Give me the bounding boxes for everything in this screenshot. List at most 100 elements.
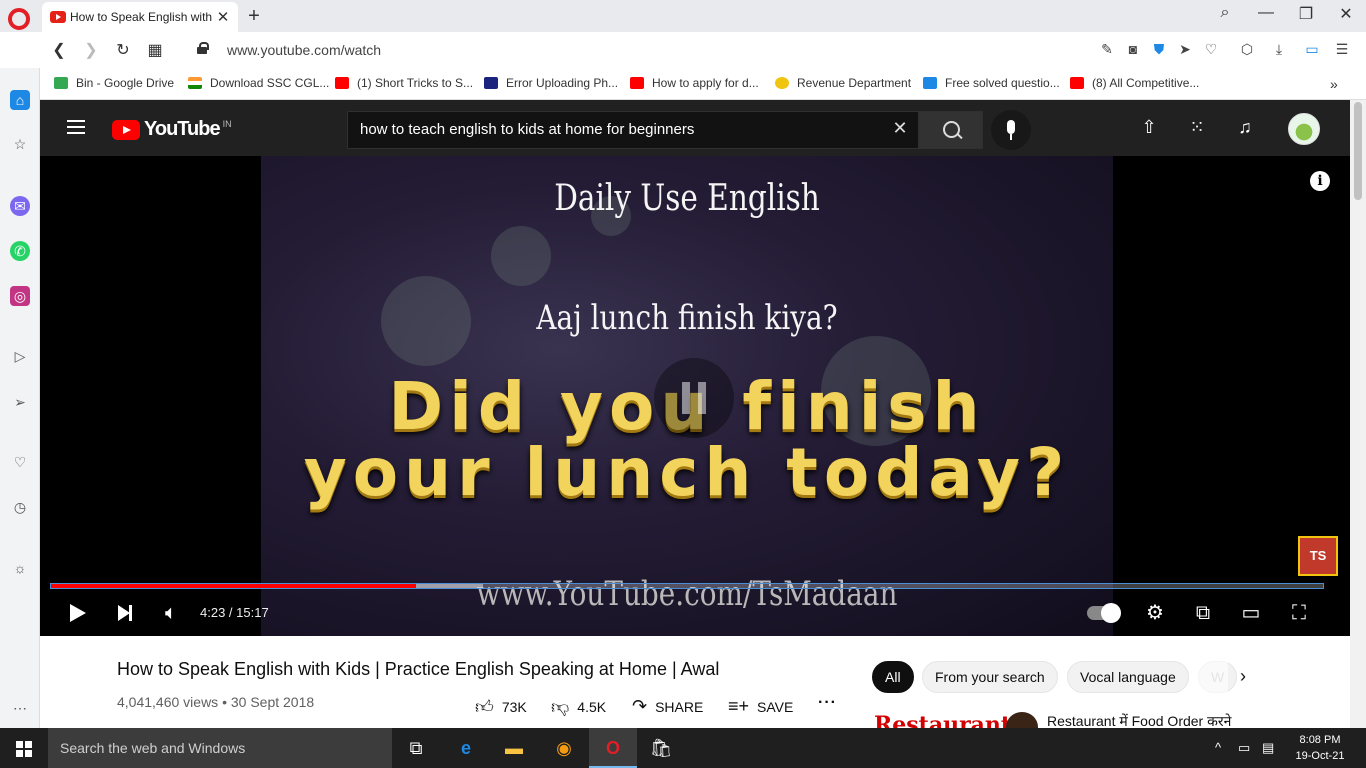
scrollbar-thumb[interactable]: [1354, 102, 1362, 200]
bookmark-item[interactable]: Revenue Department: [775, 76, 911, 90]
forward-button[interactable]: ❯: [80, 40, 102, 60]
upload-icon[interactable]: ⇧: [1138, 117, 1160, 138]
progress-bar[interactable]: [50, 583, 1324, 589]
reload-button[interactable]: ↻: [112, 40, 134, 60]
store-icon[interactable]: 🛍︎: [637, 728, 685, 768]
send-icon[interactable]: ✎: [1098, 41, 1116, 58]
like-button[interactable]: 👍︎ 73K: [475, 696, 527, 718]
easy-setup-icon[interactable]: ☰: [1333, 41, 1351, 58]
youtube-icon: [335, 77, 349, 89]
back-button[interactable]: ❮: [48, 40, 70, 60]
settings-icon[interactable]: ⚙: [1140, 598, 1170, 628]
video-caption-hindi: Aaj lunch finish kiya?: [536, 298, 838, 338]
taskbar-search-input[interactable]: Search the web and Windows: [48, 728, 392, 768]
bookmark-item[interactable]: (1) Short Tricks to S...: [335, 76, 473, 90]
shield-icon[interactable]: ⛊: [1150, 41, 1168, 58]
notifications-icon[interactable]: ♫: [1234, 117, 1256, 138]
home-icon[interactable]: ⌂: [10, 90, 30, 110]
download-icon[interactable]: ⤓: [1270, 41, 1288, 58]
theater-mode-icon[interactable]: ▭: [1236, 598, 1266, 628]
messenger-icon[interactable]: ✉: [10, 196, 30, 216]
close-window-button[interactable]: ✕: [1331, 4, 1361, 24]
info-icon[interactable]: i: [1310, 171, 1330, 191]
clear-search-icon[interactable]: ✕: [890, 118, 910, 139]
time-display: 4:23 / 15:17: [200, 605, 269, 620]
heart-icon[interactable]: ♡: [1202, 41, 1220, 58]
next-button[interactable]: [110, 598, 140, 628]
bokeh-light: [491, 226, 551, 286]
opera-taskbar-icon[interactable]: O: [589, 728, 637, 768]
windows-taskbar: Search the web and Windows ⧉ e ▬ ◉ O 🛍︎ …: [0, 728, 1366, 768]
tab-close-icon[interactable]: ✕: [216, 8, 230, 26]
youtube-logo[interactable]: YouTube IN: [112, 118, 232, 141]
video-player[interactable]: Daily Use English Aaj lunch finish kiya?…: [40, 156, 1350, 636]
share-button[interactable]: ↷ SHARE: [632, 696, 703, 717]
opera-menu-icon[interactable]: [8, 8, 30, 30]
cube-icon[interactable]: ⬡: [1238, 41, 1256, 58]
apps-icon[interactable]: ⁙: [1186, 117, 1208, 138]
taskbar-clock[interactable]: 8:08 PM 19-Oct-21: [1290, 732, 1350, 764]
star-icon[interactable]: ☆: [10, 134, 30, 154]
fullscreen-icon[interactable]: ⛶: [1284, 598, 1314, 628]
tab-youtube[interactable]: How to Speak English with ✕: [42, 2, 238, 32]
url-field[interactable]: www.youtube.com/watch: [227, 42, 381, 58]
windows-start-icon[interactable]: [16, 741, 32, 757]
bookmark-item[interactable]: How to apply for d...: [630, 76, 759, 90]
more-sidebar-icon[interactable]: ⋯: [10, 698, 30, 718]
recommendation-title[interactable]: Restaurant में Food Order करने: [1047, 712, 1231, 728]
avatar[interactable]: [1288, 113, 1320, 145]
menu-icon[interactable]: [67, 120, 85, 134]
search-tabs-icon[interactable]: ⌕: [1210, 4, 1240, 22]
opera-sidebar: ⌂ ☆ ✉ ✆ ◎ ▷ ➢ ♡ ◷ ☼ ⋯: [0, 68, 40, 728]
minimize-button[interactable]: —: [1251, 4, 1281, 22]
file-explorer-icon[interactable]: ▬: [490, 728, 538, 768]
player-icon[interactable]: ▷: [10, 346, 30, 366]
bookmark-item[interactable]: Download SSC CGL...: [188, 76, 329, 90]
chevron-right-icon[interactable]: ›: [1240, 666, 1246, 687]
recommendation-thumbnail[interactable]: Restaurant: [874, 712, 1011, 728]
bookmark-item[interactable]: Error Uploading Ph...: [484, 76, 618, 90]
snapshot-icon[interactable]: ◙: [1124, 41, 1142, 57]
chip-vocal-language[interactable]: Vocal language: [1067, 661, 1189, 693]
notification-center-icon[interactable]: ▤: [1262, 740, 1274, 756]
bookmark-item[interactable]: (8) All Competitive...: [1070, 76, 1199, 90]
battery-icon[interactable]: ▭: [1303, 41, 1321, 58]
youtube-icon: [630, 77, 644, 89]
more-actions-icon[interactable]: ···: [818, 694, 837, 712]
lightbulb-icon[interactable]: ☼: [10, 558, 30, 578]
heart-sidebar-icon[interactable]: ♡: [10, 452, 30, 472]
edge-icon[interactable]: e: [442, 728, 490, 768]
tray-chevron-icon[interactable]: ^: [1215, 740, 1221, 755]
video-watermark-url: www.YouTube.com/TsMadaan: [476, 574, 898, 614]
flow-icon[interactable]: ➤: [1176, 41, 1194, 58]
video-caption-heading: Daily Use English: [554, 178, 820, 219]
flow-sidebar-icon[interactable]: ➢: [10, 392, 30, 412]
battery-tray-icon[interactable]: ▭: [1238, 740, 1250, 756]
search-button[interactable]: [919, 111, 983, 149]
miniplayer-icon[interactable]: ⧉: [1188, 598, 1218, 628]
channel-watermark[interactable]: TS: [1298, 536, 1338, 576]
chip-from-your-search[interactable]: From your search: [922, 661, 1058, 693]
play-button[interactable]: [60, 598, 90, 628]
dislike-button[interactable]: 👎︎ 4.5K: [551, 696, 606, 718]
volume-icon[interactable]: 🔈︎: [156, 598, 186, 628]
bookmark-item[interactable]: Free solved questio...: [923, 76, 1060, 90]
search-input[interactable]: how to teach english to kids at home for…: [347, 111, 919, 149]
bookmark-item[interactable]: Bin - Google Drive: [54, 76, 174, 90]
restore-button[interactable]: ❐: [1291, 4, 1321, 24]
voice-search-button[interactable]: [991, 110, 1031, 150]
chip-all[interactable]: All: [872, 661, 914, 693]
whatsapp-icon[interactable]: ✆: [10, 241, 30, 261]
browser-app-icon[interactable]: ◉: [540, 728, 588, 768]
autoplay-toggle[interactable]: [1087, 603, 1121, 623]
video-title: How to Speak English with Kids | Practic…: [117, 659, 720, 679]
new-tab-button[interactable]: +: [244, 5, 264, 28]
page-scrollbar[interactable]: [1350, 100, 1366, 728]
save-button[interactable]: ≡+ SAVE: [728, 696, 793, 717]
history-icon[interactable]: ◷: [10, 497, 30, 517]
task-view-icon[interactable]: ⧉: [392, 728, 440, 768]
instagram-icon[interactable]: ◎: [10, 286, 30, 306]
google-drive-icon: [54, 77, 68, 89]
more-bookmarks-icon[interactable]: »: [1330, 76, 1338, 92]
speed-dial-icon[interactable]: ▦: [144, 40, 166, 60]
